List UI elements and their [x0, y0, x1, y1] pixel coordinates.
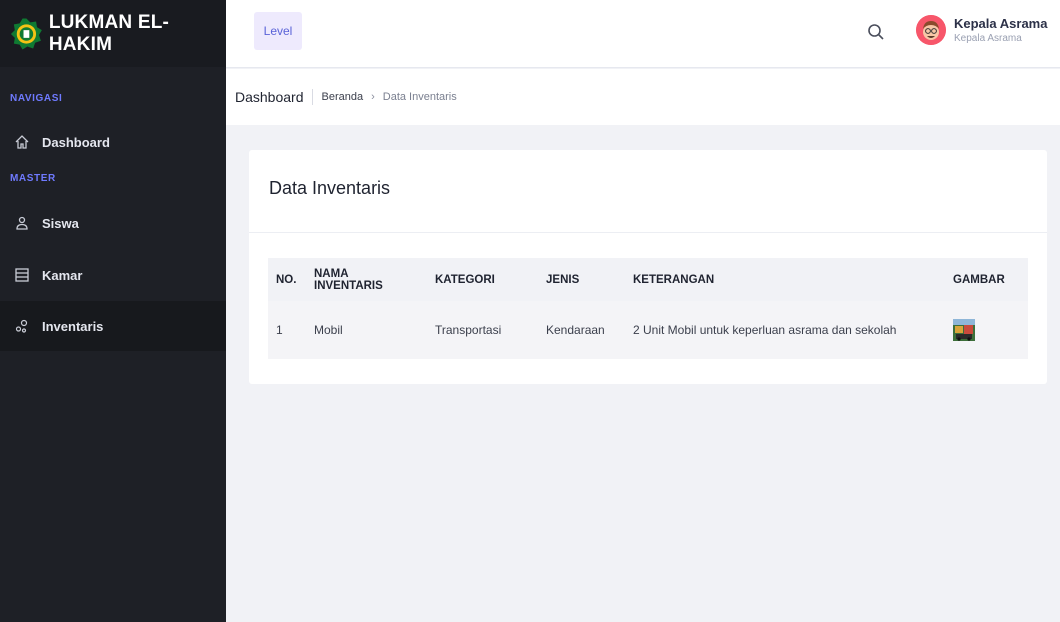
- level-button[interactable]: Level: [254, 12, 302, 50]
- nav-section-master: MASTER: [10, 173, 56, 184]
- brand[interactable]: LUKMAN EL-HAKIM: [0, 0, 226, 67]
- cell-gambar: [945, 301, 1028, 359]
- cell-nama: Mobil: [306, 301, 427, 359]
- cell-jenis: Kendaraan: [538, 301, 625, 359]
- search-icon[interactable]: [866, 22, 886, 42]
- cell-no: 1: [268, 301, 306, 359]
- column-header-nama: NAMA INVENTARIS: [306, 258, 427, 301]
- topbar: Level Kepala Asrama Kepala Asrama: [226, 0, 1060, 68]
- breadcrumb: Dashboard Beranda › Data Inventaris: [226, 69, 1060, 125]
- inventaris-card: Data Inventaris NO. NAMA INVENTARIS KATE…: [249, 150, 1047, 384]
- table-header-row: NO. NAMA INVENTARIS KATEGORI JENIS KETER…: [268, 258, 1028, 301]
- item-thumbnail-image[interactable]: [953, 319, 975, 341]
- sidebar-item-inventaris[interactable]: Inventaris: [0, 301, 226, 351]
- card-divider: [249, 232, 1047, 233]
- column-header-jenis: JENIS: [538, 258, 625, 301]
- avatar[interactable]: [916, 15, 946, 45]
- sidebar: LUKMAN EL-HAKIM NAVIGASI Dashboard MASTE…: [0, 0, 226, 622]
- sidebar-item-label: Kamar: [42, 267, 83, 283]
- nodes-icon: [14, 318, 30, 334]
- column-header-keterangan: KETERANGAN: [625, 258, 945, 301]
- cell-kategori: Transportasi: [427, 301, 538, 359]
- inventaris-table: NO. NAMA INVENTARIS KATEGORI JENIS KETER…: [268, 258, 1028, 359]
- nav-section-navigasi: NAVIGASI: [10, 93, 63, 104]
- sidebar-item-label: Siswa: [42, 215, 79, 231]
- breadcrumb-home-link[interactable]: Beranda: [322, 91, 364, 103]
- sidebar-item-kamar[interactable]: Kamar: [0, 249, 226, 301]
- cell-keterangan: 2 Unit Mobil untuk keperluan asrama dan …: [625, 301, 945, 359]
- sidebar-item-label: Inventaris: [42, 318, 104, 334]
- card-title: Data Inventaris: [269, 178, 391, 198]
- list-box-icon: [14, 267, 30, 283]
- sidebar-item-siswa[interactable]: Siswa: [0, 197, 226, 249]
- column-header-kategori: KATEGORI: [427, 258, 538, 301]
- sidebar-item-label: Dashboard: [42, 134, 110, 150]
- user-icon: [14, 215, 30, 231]
- breadcrumb-current: Data Inventaris: [382, 91, 457, 103]
- home-icon: [14, 134, 30, 150]
- breadcrumb-separator-icon: ›: [371, 91, 375, 103]
- table-row[interactable]: 1 Mobil Transportasi Kendaraan 2 Unit Mo…: [268, 301, 1028, 359]
- sidebar-item-dashboard[interactable]: Dashboard: [0, 125, 226, 159]
- column-header-no: NO.: [268, 258, 306, 301]
- column-header-gambar: GAMBAR: [945, 258, 1028, 301]
- brand-name: LUKMAN EL-HAKIM: [48, 11, 170, 55]
- user-role: Kepala Asrama: [954, 33, 1022, 44]
- page-title: Dashboard: [235, 89, 313, 105]
- ministry-logo-icon: [10, 18, 42, 49]
- user-name[interactable]: Kepala Asrama: [954, 16, 1047, 31]
